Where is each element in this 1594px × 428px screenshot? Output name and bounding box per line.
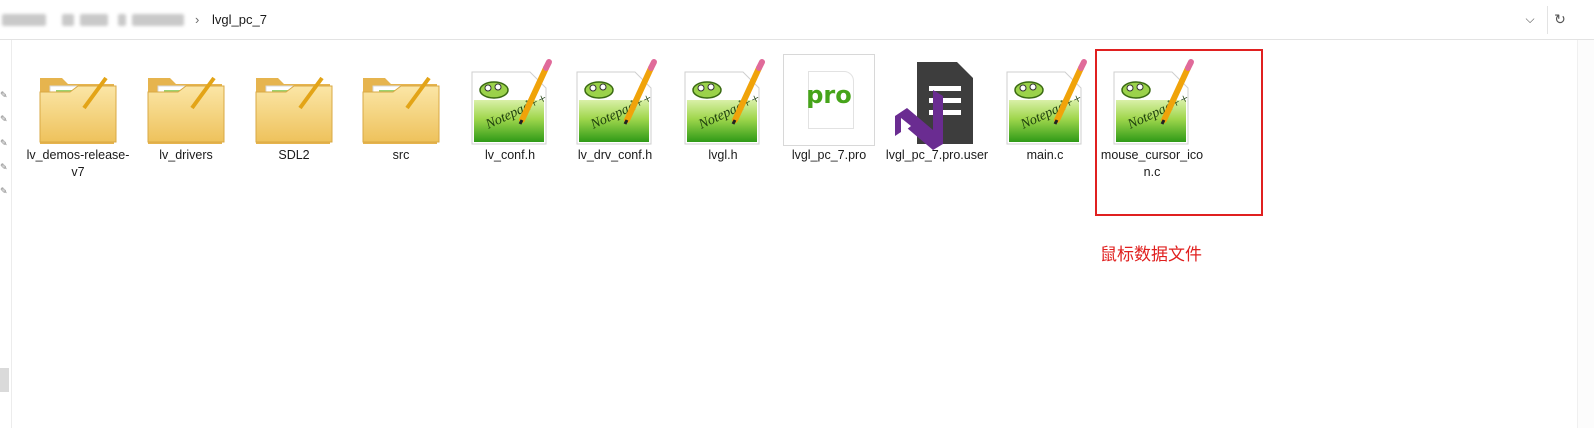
navigation-pane[interactable]: ✎ ✎ ✎ ✎ ✎ (0, 40, 12, 428)
file-name: SDL2 (278, 148, 310, 162)
notepad-plus-plus-icon (997, 56, 1093, 152)
file-item[interactable]: SDL2 (242, 50, 346, 190)
nav-scrollbar-thumb[interactable] (0, 368, 9, 392)
file-item[interactable]: lvgl_pc_7.pro.user (885, 50, 989, 190)
file-name: src (392, 148, 410, 162)
highlight-box (1095, 49, 1263, 216)
blurred-path-segment (62, 14, 74, 26)
pin-icon: ✎ (0, 162, 8, 172)
address-divider (1547, 6, 1548, 34)
folder-icon (138, 56, 234, 152)
pin-icon: ✎ (0, 186, 8, 196)
folder-icon (353, 56, 449, 152)
notepad-plus-plus-icon (675, 56, 771, 152)
notepad-plus-plus-icon (567, 56, 663, 152)
file-item[interactable]: lv_drivers (134, 50, 238, 190)
pin-icon: ✎ (0, 138, 8, 148)
file-name: lv_conf.h (484, 148, 536, 162)
pro-badge-label: pro (806, 81, 852, 109)
file-item[interactable]: pro lvgl_pc_7.pro (777, 50, 881, 190)
qt-pro-file-icon: pro (783, 54, 875, 146)
breadcrumb-current-folder[interactable]: lvgl_pc_7 (212, 12, 267, 27)
folder-icon (246, 56, 342, 152)
file-name: lvgl_pc_7.pro (791, 148, 867, 162)
file-item[interactable]: lvgl.h (671, 50, 775, 190)
file-name: lv_drivers (159, 148, 213, 162)
file-item[interactable]: lv_conf.h (458, 50, 562, 190)
blurred-path-segment (132, 14, 184, 26)
blurred-path-segment (2, 14, 46, 26)
file-item[interactable]: src (349, 50, 453, 190)
chevron-down-icon[interactable]: ⌵ (1522, 10, 1538, 28)
file-item[interactable]: lv_drv_conf.h (563, 50, 667, 190)
file-name: lvgl_pc_7.pro.user (885, 148, 989, 162)
refresh-icon[interactable]: ↻ (1551, 9, 1569, 29)
folder-icon (30, 56, 126, 152)
file-item[interactable]: main.c (993, 50, 1097, 190)
notepad-plus-plus-icon (462, 56, 558, 152)
file-name: lv_demos-release-v7 (26, 148, 130, 179)
visual-studio-file-icon (889, 56, 985, 152)
address-bar[interactable]: › lvgl_pc_7 ⌵ ↻ (0, 0, 1594, 40)
file-name: main.c (1026, 148, 1064, 162)
file-name: lvgl.h (708, 148, 738, 162)
pin-icon: ✎ (0, 90, 8, 100)
file-item[interactable]: lv_demos-release-v7 (26, 50, 130, 190)
blurred-path-segment (118, 14, 126, 26)
pin-icon: ✎ (0, 114, 8, 124)
content-scrollbar[interactable] (1577, 40, 1594, 428)
file-name: lv_drv_conf.h (577, 148, 653, 162)
blurred-path-segment (80, 14, 108, 26)
annotation-text: 鼠标数据文件 (1100, 245, 1202, 265)
breadcrumb-separator: › (195, 12, 200, 27)
